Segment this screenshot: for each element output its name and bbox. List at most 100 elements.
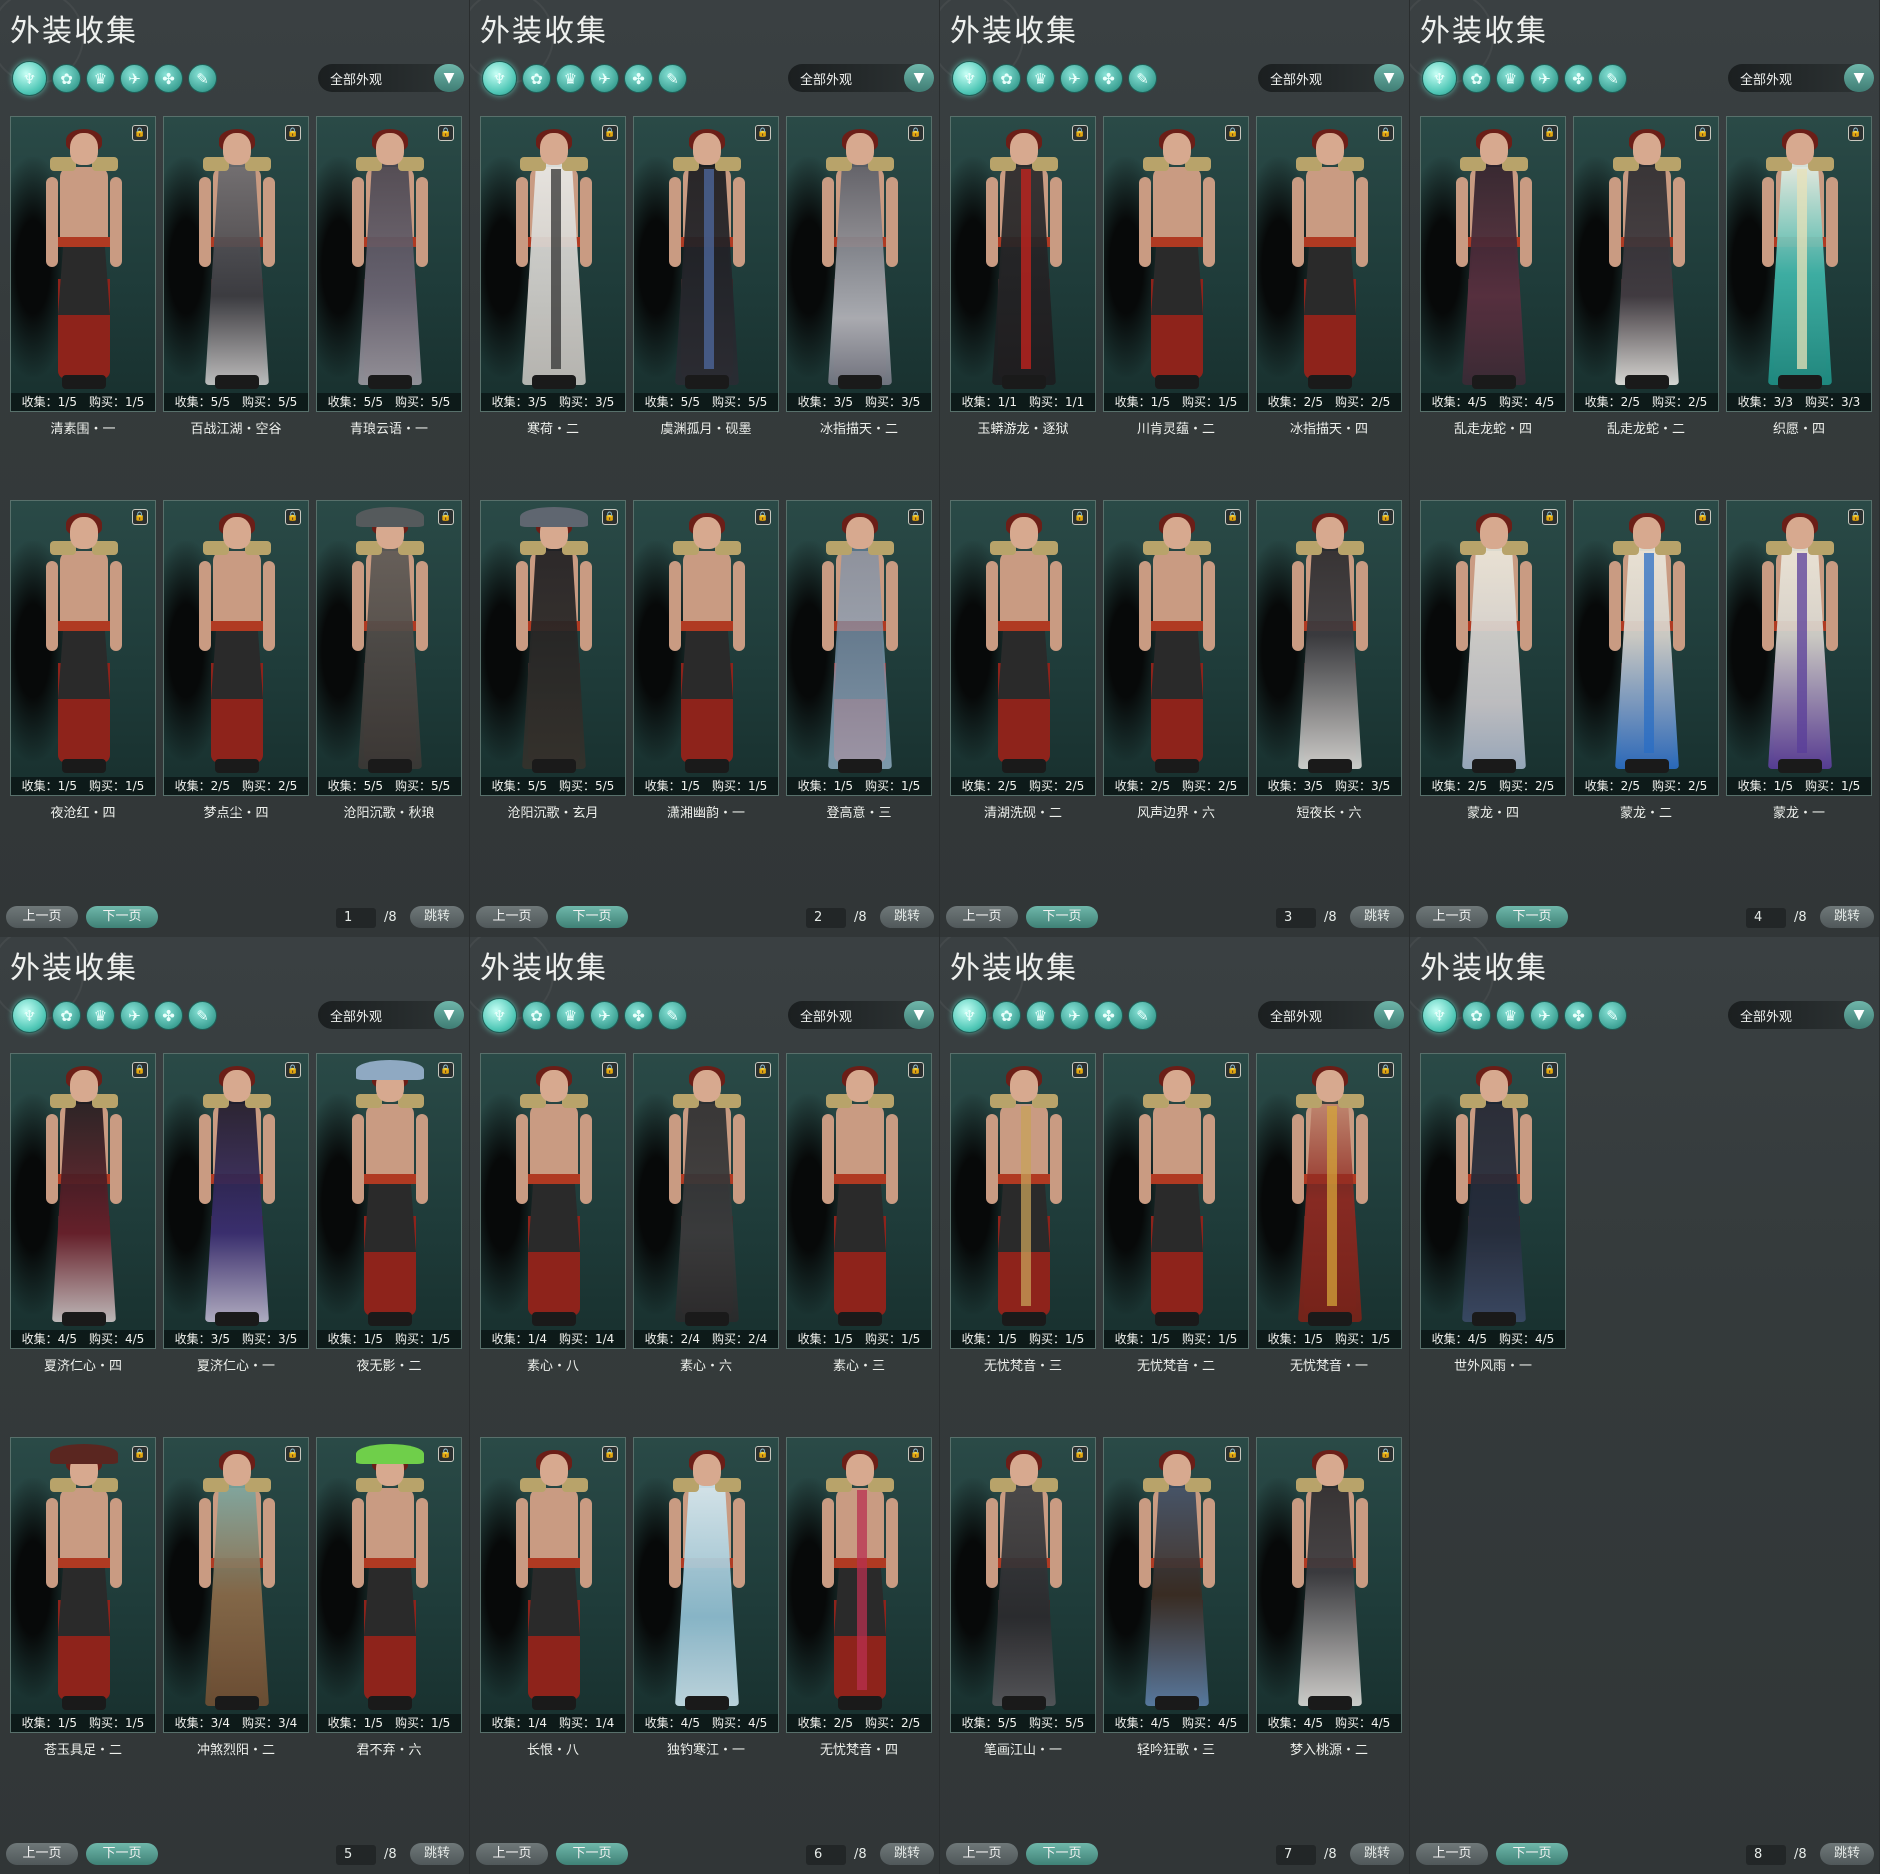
outfit-card[interactable]: 🔒 收集：1/5 购买：1/5 登高意・三 <box>786 500 932 821</box>
lock-icon[interactable]: 🔒 <box>1542 509 1558 525</box>
lock-icon[interactable]: 🔒 <box>1695 509 1711 525</box>
page-number-input[interactable]: 5 <box>336 1845 376 1865</box>
boots-icon[interactable]: ✈ <box>1530 1001 1559 1030</box>
top-icon[interactable]: ♛ <box>556 1001 585 1030</box>
lock-icon[interactable]: 🔒 <box>285 1062 301 1078</box>
bracer-icon[interactable]: ✤ <box>624 64 653 93</box>
jump-button[interactable]: 跳转 <box>880 906 934 928</box>
outfit-card[interactable]: 🔒 收集：1/5 购买：1/5 川肯灵蕴・二 <box>1103 116 1249 437</box>
jump-button[interactable]: 跳转 <box>1820 906 1874 928</box>
scroll-icon[interactable]: ✎ <box>1128 64 1157 93</box>
page-number-input[interactable]: 6 <box>806 1845 846 1865</box>
outfit-preview[interactable]: 🔒 收集：5/5 购买：5/5 <box>316 500 462 796</box>
bracer-icon[interactable]: ✤ <box>1564 64 1593 93</box>
outfit-preview[interactable]: 🔒 收集：1/5 购买：1/5 <box>786 500 932 796</box>
lock-icon[interactable]: 🔒 <box>1072 1062 1088 1078</box>
all-outfits-icon[interactable]: ♆ <box>12 61 47 96</box>
lock-icon[interactable]: 🔒 <box>1542 125 1558 141</box>
next-page-button[interactable]: 下一页 <box>1026 1843 1098 1865</box>
next-page-button[interactable]: 下一页 <box>86 906 158 928</box>
lock-icon[interactable]: 🔒 <box>132 125 148 141</box>
outfit-preview[interactable]: 🔒 收集：2/5 购买：2/5 <box>1103 500 1249 796</box>
scroll-icon[interactable]: ✎ <box>188 64 217 93</box>
page-number-input[interactable]: 2 <box>806 908 846 928</box>
appearance-filter-dropdown[interactable]: 全部外观 ▼ <box>318 64 464 92</box>
outfit-card[interactable]: 🔒 收集：3/4 购买：3/4 冲煞烈阳・二 <box>163 1437 309 1758</box>
chevron-down-icon[interactable]: ▼ <box>1374 64 1404 92</box>
scroll-icon[interactable]: ✎ <box>658 64 687 93</box>
outfit-card[interactable]: 🔒 收集：5/5 购买：5/5 笔画江山・一 <box>950 1437 1096 1758</box>
boots-icon[interactable]: ✈ <box>1530 64 1559 93</box>
jump-button[interactable]: 跳转 <box>1350 906 1404 928</box>
jump-button[interactable]: 跳转 <box>880 1843 934 1865</box>
lock-icon[interactable]: 🔒 <box>1225 509 1241 525</box>
outfit-card[interactable]: 🔒 收集：1/4 购买：1/4 素心・八 <box>480 1053 626 1374</box>
outfit-card[interactable]: 🔒 收集：1/5 购买：1/5 蒙龙・一 <box>1726 500 1872 821</box>
all-outfits-icon[interactable]: ♆ <box>952 61 987 96</box>
lock-icon[interactable]: 🔒 <box>285 509 301 525</box>
lock-icon[interactable]: 🔒 <box>1072 125 1088 141</box>
robe-icon[interactable]: ✿ <box>992 1001 1021 1030</box>
robe-icon[interactable]: ✿ <box>52 1001 81 1030</box>
boots-icon[interactable]: ✈ <box>590 64 619 93</box>
next-page-button[interactable]: 下一页 <box>1026 906 1098 928</box>
scroll-icon[interactable]: ✎ <box>658 1001 687 1030</box>
outfit-preview[interactable]: 🔒 收集：1/5 购买：1/5 <box>1103 116 1249 412</box>
page-number-input[interactable]: 1 <box>336 908 376 928</box>
all-outfits-icon[interactable]: ♆ <box>482 61 517 96</box>
next-page-button[interactable]: 下一页 <box>556 1843 628 1865</box>
prev-page-button[interactable]: 上一页 <box>476 906 548 928</box>
appearance-filter-dropdown[interactable]: 全部外观 ▼ <box>788 1001 934 1029</box>
page-number-input[interactable]: 8 <box>1746 1845 1786 1865</box>
robe-icon[interactable]: ✿ <box>1462 1001 1491 1030</box>
chevron-down-icon[interactable]: ▼ <box>1844 64 1874 92</box>
outfit-card[interactable]: 🔒 收集：2/5 购买：2/5 无忧梵音・四 <box>786 1437 932 1758</box>
outfit-card[interactable]: 🔒 收集：4/5 购买：4/5 乱走龙蛇・四 <box>1420 116 1566 437</box>
all-outfits-icon[interactable]: ♆ <box>1422 61 1457 96</box>
top-icon[interactable]: ♛ <box>556 64 585 93</box>
robe-icon[interactable]: ✿ <box>1462 64 1491 93</box>
prev-page-button[interactable]: 上一页 <box>1416 1843 1488 1865</box>
outfit-card[interactable]: 🔒 收集：1/5 购买：1/5 苍玉具足・二 <box>10 1437 156 1758</box>
outfit-preview[interactable]: 🔒 收集：1/4 购买：1/4 <box>480 1437 626 1733</box>
outfit-preview[interactable]: 🔒 收集：4/5 购买：4/5 <box>1420 1053 1566 1349</box>
lock-icon[interactable]: 🔒 <box>602 509 618 525</box>
scroll-icon[interactable]: ✎ <box>188 1001 217 1030</box>
lock-icon[interactable]: 🔒 <box>285 125 301 141</box>
outfit-preview[interactable]: 🔒 收集：1/5 购买：1/5 <box>633 500 779 796</box>
outfit-preview[interactable]: 🔒 收集：2/5 购买：2/5 <box>1573 116 1719 412</box>
outfit-preview[interactable]: 🔒 收集：5/5 购买：5/5 <box>950 1437 1096 1733</box>
bracer-icon[interactable]: ✤ <box>1564 1001 1593 1030</box>
next-page-button[interactable]: 下一页 <box>1496 906 1568 928</box>
outfit-preview[interactable]: 🔒 收集：1/1 购买：1/1 <box>950 116 1096 412</box>
bracer-icon[interactable]: ✤ <box>624 1001 653 1030</box>
outfit-preview[interactable]: 🔒 收集：2/5 购买：2/5 <box>786 1437 932 1733</box>
lock-icon[interactable]: 🔒 <box>1225 1062 1241 1078</box>
page-number-input[interactable]: 7 <box>1276 1845 1316 1865</box>
outfit-preview[interactable]: 🔒 收集：4/5 购买：4/5 <box>1420 116 1566 412</box>
next-page-button[interactable]: 下一页 <box>86 1843 158 1865</box>
outfit-preview[interactable]: 🔒 收集：4/5 购买：4/5 <box>10 1053 156 1349</box>
outfit-card[interactable]: 🔒 收集：3/5 购买：3/5 夏济仁心・一 <box>163 1053 309 1374</box>
boots-icon[interactable]: ✈ <box>120 64 149 93</box>
outfit-card[interactable]: 🔒 收集：1/5 购买：1/5 夜沧红・四 <box>10 500 156 821</box>
prev-page-button[interactable]: 上一页 <box>946 906 1018 928</box>
jump-button[interactable]: 跳转 <box>1350 1843 1404 1865</box>
lock-icon[interactable]: 🔒 <box>908 125 924 141</box>
outfit-preview[interactable]: 🔒 收集：2/5 购买：2/5 <box>163 500 309 796</box>
lock-icon[interactable]: 🔒 <box>1072 1446 1088 1462</box>
jump-button[interactable]: 跳转 <box>410 906 464 928</box>
robe-icon[interactable]: ✿ <box>992 64 1021 93</box>
lock-icon[interactable]: 🔒 <box>908 509 924 525</box>
chevron-down-icon[interactable]: ▼ <box>434 1001 464 1029</box>
lock-icon[interactable]: 🔒 <box>908 1446 924 1462</box>
all-outfits-icon[interactable]: ♆ <box>482 998 517 1033</box>
outfit-card[interactable]: 🔒 收集：1/4 购买：1/4 长恨・八 <box>480 1437 626 1758</box>
page-number-input[interactable]: 3 <box>1276 908 1316 928</box>
scroll-icon[interactable]: ✎ <box>1598 1001 1627 1030</box>
outfit-preview[interactable]: 🔒 收集：1/5 购买：1/5 <box>10 500 156 796</box>
appearance-filter-dropdown[interactable]: 全部外观 ▼ <box>1728 1001 1874 1029</box>
top-icon[interactable]: ♛ <box>1026 64 1055 93</box>
bracer-icon[interactable]: ✤ <box>1094 64 1123 93</box>
prev-page-button[interactable]: 上一页 <box>946 1843 1018 1865</box>
